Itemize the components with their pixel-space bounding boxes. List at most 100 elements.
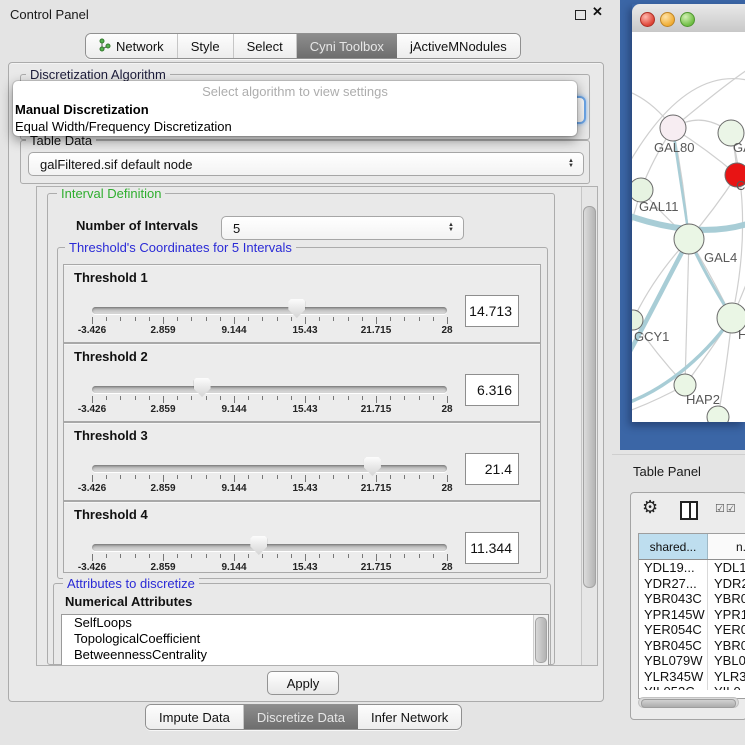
threshold-value-field[interactable]: 14.713 (465, 295, 519, 327)
threshold-slider-track[interactable] (92, 544, 447, 551)
table-row[interactable]: YBR043CYBR0 (639, 591, 745, 607)
table-row[interactable]: YDR27...YDR2 (639, 576, 745, 592)
cell-name[interactable]: YBL0 (708, 653, 745, 669)
threshold-value-field[interactable]: 6.316 (465, 374, 519, 406)
column-header-name[interactable]: n... (708, 534, 745, 559)
tick-mark (291, 317, 292, 321)
cell-name[interactable]: YBR0 (708, 591, 745, 607)
cell-name[interactable]: YER0 (708, 622, 745, 638)
thresholds-group-title: Threshold's Coordinates for 5 Intervals (65, 240, 296, 255)
bottom-tab-infer-network[interactable]: Infer Network (358, 705, 461, 729)
panel-scrollbar-thumb[interactable] (583, 206, 596, 588)
threshold-slider-track[interactable] (92, 465, 447, 472)
tick-mark (362, 554, 363, 558)
network-canvas[interactable]: GAL80GACGAL11GAL4GCY1HHAP2 (632, 32, 745, 422)
table-row[interactable]: YBL079WYBL0 (639, 653, 745, 669)
threshold-value-field[interactable]: 11.344 (465, 532, 519, 564)
bottom-tab-discretize-data[interactable]: Discretize Data (244, 705, 358, 729)
mac-zoom-light-icon[interactable] (680, 12, 695, 27)
cell-name[interactable]: YLR3 (708, 669, 745, 685)
threshold-slider-track[interactable] (92, 386, 447, 393)
threshold-value-field[interactable]: 21.4 (465, 453, 519, 485)
tick-mark (447, 317, 448, 324)
cell-shared-name[interactable]: YPR145W (639, 607, 708, 623)
threshold-slider-thumb[interactable] (364, 457, 381, 476)
threshold-slider-thumb[interactable] (250, 536, 267, 555)
tick-mark (305, 396, 306, 403)
attribute-item-selfloops[interactable]: SelfLoops (62, 615, 548, 631)
threshold-slider-thumb[interactable] (288, 299, 305, 318)
cell-name[interactable]: YDR2 (708, 576, 745, 592)
network-node[interactable] (660, 115, 686, 141)
network-node[interactable] (707, 406, 729, 422)
threshold-label: Threshold 3 (74, 428, 148, 443)
float-window-icon[interactable] (575, 10, 586, 20)
gear-icon[interactable]: ⚙ (642, 497, 658, 518)
scale-label: 9.144 (221, 404, 246, 415)
tick-mark (376, 554, 377, 561)
cell-shared-name[interactable]: YBR045C (639, 638, 708, 654)
table-row[interactable]: YDL19...YDL1 (639, 560, 745, 576)
attribute-item-topologicalcoefficient[interactable]: TopologicalCoefficient (62, 631, 548, 647)
dropdown-option-equal-width-frequency[interactable]: Equal Width/Frequency Discretization (13, 119, 577, 136)
tick-mark (206, 396, 207, 400)
scale-label: -3.426 (78, 404, 106, 415)
scale-label: -3.426 (78, 325, 106, 336)
tick-mark (305, 554, 306, 561)
table-row[interactable]: YLR345WYLR3 (639, 669, 745, 685)
top-tab-style[interactable]: Style (178, 34, 234, 58)
scale-label: 21.715 (361, 325, 392, 336)
table-row[interactable]: YIL052CYIL0 (639, 684, 745, 690)
tick-mark (333, 396, 334, 400)
close-icon[interactable]: ✕ (592, 4, 603, 20)
dropdown-option-manual-discretization[interactable]: Manual Discretization (13, 102, 577, 119)
node-label-c: C (736, 178, 745, 193)
cell-shared-name[interactable]: YDR27... (639, 576, 708, 592)
tick-mark (248, 396, 249, 400)
cell-shared-name[interactable]: YBR043C (639, 591, 708, 607)
cell-shared-name[interactable]: YLR345W (639, 669, 708, 685)
dropdown-placeholder-item[interactable]: Select algorithm to view settings (13, 81, 577, 102)
top-tab-jactivemnodules[interactable]: jActiveMNodules (397, 34, 520, 58)
threshold-label: Threshold 2 (74, 349, 148, 364)
tick-mark (319, 396, 320, 400)
table-row[interactable]: YPR145WYPR1 (639, 607, 745, 623)
threshold-panel-1: Threshold 1-3.4262.8599.14415.4321.71528… (63, 264, 541, 343)
attributes-scrollbar-thumb[interactable] (535, 617, 547, 663)
cell-shared-name[interactable]: YBL079W (639, 653, 708, 669)
threshold-slider-thumb[interactable] (194, 378, 211, 397)
checkbox-icons[interactable]: ☑☑ (715, 502, 737, 515)
top-tab-select[interactable]: Select (234, 34, 297, 58)
cell-name[interactable]: YPR1 (708, 607, 745, 623)
panel-scrollbar[interactable] (581, 187, 597, 665)
cell-shared-name[interactable]: YIL052C (639, 684, 708, 690)
top-tab-cyni-toolbox[interactable]: Cyni Toolbox (297, 34, 397, 58)
cell-shared-name[interactable]: YER054C (639, 622, 708, 638)
network-window-titlebar[interactable] (632, 4, 745, 33)
cell-shared-name[interactable]: YDL19... (639, 560, 708, 576)
threshold-slider-track[interactable] (92, 307, 447, 314)
cell-name[interactable]: YIL0 (708, 684, 745, 690)
scale-label: 28 (441, 404, 452, 415)
top-tab-network[interactable]: Network (86, 34, 178, 58)
table-horizontal-scrollbar-thumb[interactable] (641, 699, 736, 708)
cell-name[interactable]: YDL1 (708, 560, 745, 576)
column-header-shared-name[interactable]: shared... (639, 534, 708, 559)
number-of-intervals-select[interactable]: 5 ▲▼ (221, 216, 464, 240)
column-selector-icon[interactable] (680, 501, 698, 520)
apply-button[interactable]: Apply (267, 671, 339, 695)
table-row[interactable]: YER054CYER0 (639, 622, 745, 638)
table-data-select[interactable]: galFiltered.sif default node ▲▼ (28, 152, 584, 176)
table-row[interactable]: YBR045CYBR0 (639, 638, 745, 654)
mac-minimize-light-icon[interactable] (660, 12, 675, 27)
attributes-scrollbar[interactable] (533, 615, 548, 666)
tick-mark (305, 475, 306, 482)
table-horizontal-scrollbar[interactable] (638, 697, 739, 708)
attribute-item-betweennesscentrality[interactable]: BetweennessCentrality (62, 647, 548, 663)
network-node[interactable] (674, 224, 704, 254)
cell-name[interactable]: YBR0 (708, 638, 745, 654)
bottom-tab-impute-data[interactable]: Impute Data (146, 705, 244, 729)
tick-mark (277, 317, 278, 321)
mac-close-light-icon[interactable] (640, 12, 655, 27)
tick-mark (191, 475, 192, 479)
